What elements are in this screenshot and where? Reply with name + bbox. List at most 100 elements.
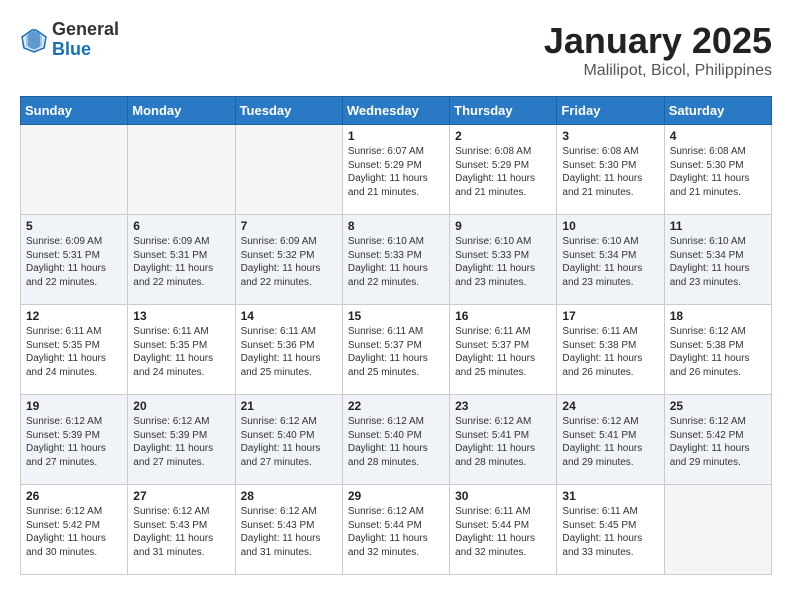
calendar-cell: 20Sunrise: 6:12 AM Sunset: 5:39 PM Dayli…	[128, 395, 235, 485]
calendar-week-row: 19 Sunrise: 6:12 AM Sunset: 5:39 PM Dayli…	[21, 395, 772, 485]
day-info: Sunrise: 6:12 AM Sunset: 5:41 PM Dayligh…	[455, 415, 551, 469]
calendar-cell: 13 Sunrise: 6:11 AM Sunset: 5:35 PM Dayli…	[128, 305, 235, 395]
weekday-header: Thursday	[450, 97, 557, 125]
day-number: 24	[562, 399, 658, 413]
day-number: 15	[348, 309, 444, 323]
day-number: 26	[26, 489, 122, 503]
day-info: Sunrise: 6:10 AM Sunset: 5:34 PM Dayligh…	[562, 235, 658, 289]
day-number: 11	[670, 219, 766, 233]
day-info: Sunrise: 6:08 AM Sunset: 5:29 PM Dayligh…	[455, 145, 551, 199]
day-number: 22	[348, 399, 444, 413]
weekday-header: Friday	[557, 97, 664, 125]
calendar-week-row: 12 Sunrise: 6:11 AM Sunset: 5:35 PM Dayli…	[21, 305, 772, 395]
day-info: Sunrise: 6:10 AM Sunset: 5:33 PM Dayligh…	[455, 235, 551, 289]
calendar-cell	[664, 485, 771, 575]
calendar-cell: 23 Sunrise: 6:12 AM Sunset: 5:41 PM Dayli…	[450, 395, 557, 485]
title-block: January 2025 Malilipot, Bicol, Philippin…	[544, 20, 772, 80]
day-info: Sunrise: 6:10 AM Sunset: 5:33 PM Dayligh…	[348, 235, 444, 289]
day-number: 19	[26, 399, 122, 413]
day-info: Sunrise: 6:11 AM Sunset: 5:37 PM Dayligh…	[455, 325, 551, 379]
day-number: 20	[133, 399, 229, 413]
day-info: Sunrise: 6:11 AM Sunset: 5:45 PM Dayligh…	[562, 505, 658, 559]
calendar-cell: 18 Sunrise: 6:12 AM Sunset: 5:38 PM Dayli…	[664, 305, 771, 395]
calendar-cell: 21 Sunrise: 6:12 AM Sunset: 5:40 PM Dayli…	[235, 395, 342, 485]
day-info: Sunrise: 6:12 AM Sunset: 5:43 PM Dayligh…	[241, 505, 337, 559]
day-number: 21	[241, 399, 337, 413]
day-number: 28	[241, 489, 337, 503]
day-number: 16	[455, 309, 551, 323]
weekday-header: Tuesday	[235, 97, 342, 125]
day-number: 30	[455, 489, 551, 503]
day-info: Sunrise: 6:12 AM Sunset: 5:39 PM Dayligh…	[26, 415, 122, 469]
calendar-cell: 24 Sunrise: 6:12 AM Sunset: 5:41 PM Dayli…	[557, 395, 664, 485]
day-number: 3	[562, 129, 658, 143]
calendar-cell: 3 Sunrise: 6:08 AM Sunset: 5:30 PM Daylig…	[557, 125, 664, 215]
logo-text: General Blue	[52, 20, 119, 60]
calendar-cell: 11 Sunrise: 6:10 AM Sunset: 5:34 PM Dayli…	[664, 215, 771, 305]
calendar-cell: 17Sunrise: 6:11 AM Sunset: 5:38 PM Dayli…	[557, 305, 664, 395]
day-info: Sunrise: 6:09 AM Sunset: 5:31 PM Dayligh…	[26, 235, 122, 289]
calendar-week-row: 1 Sunrise: 6:07 AM Sunset: 5:29 PM Daylig…	[21, 125, 772, 215]
day-number: 25	[670, 399, 766, 413]
day-info: Sunrise: 6:11 AM Sunset: 5:35 PM Dayligh…	[133, 325, 229, 379]
calendar-title: January 2025	[544, 20, 772, 62]
calendar-cell: 16 Sunrise: 6:11 AM Sunset: 5:37 PM Dayli…	[450, 305, 557, 395]
day-info: Sunrise: 6:12 AM Sunset: 5:41 PM Dayligh…	[562, 415, 658, 469]
day-number: 17	[562, 309, 658, 323]
day-number: 4	[670, 129, 766, 143]
calendar-cell: 8 Sunrise: 6:10 AM Sunset: 5:33 PM Daylig…	[342, 215, 449, 305]
calendar-cell: 7Sunrise: 6:09 AM Sunset: 5:32 PM Daylig…	[235, 215, 342, 305]
calendar-cell: 10 Sunrise: 6:10 AM Sunset: 5:34 PM Dayli…	[557, 215, 664, 305]
day-number: 13	[133, 309, 229, 323]
day-number: 18	[670, 309, 766, 323]
day-info: Sunrise: 6:12 AM Sunset: 5:43 PM Dayligh…	[133, 505, 229, 559]
day-info: Sunrise: 6:12 AM Sunset: 5:40 PM Dayligh…	[348, 415, 444, 469]
day-number: 23	[455, 399, 551, 413]
calendar-cell: 19 Sunrise: 6:12 AM Sunset: 5:39 PM Dayli…	[21, 395, 128, 485]
calendar-cell: 4 Sunrise: 6:08 AM Sunset: 5:30 PM Daylig…	[664, 125, 771, 215]
calendar-cell: 12Sunrise: 6:11 AM Sunset: 5:35 PM Dayli…	[21, 305, 128, 395]
calendar-cell: 6Sunrise: 6:09 AM Sunset: 5:31 PM Daylig…	[128, 215, 235, 305]
day-number: 6	[133, 219, 229, 233]
day-info: Sunrise: 6:11 AM Sunset: 5:36 PM Dayligh…	[241, 325, 337, 379]
day-number: 8	[348, 219, 444, 233]
weekday-header: Saturday	[664, 97, 771, 125]
calendar-cell: 27Sunrise: 6:12 AM Sunset: 5:43 PM Dayli…	[128, 485, 235, 575]
day-number: 9	[455, 219, 551, 233]
weekday-row: SundayMondayTuesdayWednesdayThursdayFrid…	[21, 97, 772, 125]
calendar-cell: 15 Sunrise: 6:11 AM Sunset: 5:37 PM Dayli…	[342, 305, 449, 395]
day-number: 14	[241, 309, 337, 323]
day-info: Sunrise: 6:11 AM Sunset: 5:37 PM Dayligh…	[348, 325, 444, 379]
calendar-table: SundayMondayTuesdayWednesdayThursdayFrid…	[20, 96, 772, 575]
day-info: Sunrise: 6:12 AM Sunset: 5:42 PM Dayligh…	[26, 505, 122, 559]
calendar-cell: 22 Sunrise: 6:12 AM Sunset: 5:40 PM Dayli…	[342, 395, 449, 485]
day-number: 2	[455, 129, 551, 143]
day-info: Sunrise: 6:12 AM Sunset: 5:40 PM Dayligh…	[241, 415, 337, 469]
calendar-cell: 29Sunrise: 6:12 AM Sunset: 5:44 PM Dayli…	[342, 485, 449, 575]
day-info: Sunrise: 6:09 AM Sunset: 5:32 PM Dayligh…	[241, 235, 337, 289]
day-info: Sunrise: 6:10 AM Sunset: 5:34 PM Dayligh…	[670, 235, 766, 289]
day-info: Sunrise: 6:12 AM Sunset: 5:38 PM Dayligh…	[670, 325, 766, 379]
page-header: General Blue January 2025 Malilipot, Bic…	[20, 20, 772, 80]
day-number: 1	[348, 129, 444, 143]
day-info: Sunrise: 6:12 AM Sunset: 5:42 PM Dayligh…	[670, 415, 766, 469]
day-number: 12	[26, 309, 122, 323]
day-info: Sunrise: 6:08 AM Sunset: 5:30 PM Dayligh…	[562, 145, 658, 199]
day-number: 5	[26, 219, 122, 233]
weekday-header: Monday	[128, 97, 235, 125]
weekday-header: Sunday	[21, 97, 128, 125]
day-number: 29	[348, 489, 444, 503]
calendar-subtitle: Malilipot, Bicol, Philippines	[544, 62, 772, 80]
calendar-week-row: 5 Sunrise: 6:09 AM Sunset: 5:31 PM Daylig…	[21, 215, 772, 305]
day-info: Sunrise: 6:11 AM Sunset: 5:44 PM Dayligh…	[455, 505, 551, 559]
weekday-header: Wednesday	[342, 97, 449, 125]
day-info: Sunrise: 6:08 AM Sunset: 5:30 PM Dayligh…	[670, 145, 766, 199]
calendar-cell	[235, 125, 342, 215]
calendar-body: 1 Sunrise: 6:07 AM Sunset: 5:29 PM Daylig…	[21, 125, 772, 575]
calendar-week-row: 26 Sunrise: 6:12 AM Sunset: 5:42 PM Dayli…	[21, 485, 772, 575]
day-number: 10	[562, 219, 658, 233]
logo-blue: Blue	[52, 39, 91, 59]
calendar-cell: 30 Sunrise: 6:11 AM Sunset: 5:44 PM Dayli…	[450, 485, 557, 575]
calendar-cell	[21, 125, 128, 215]
day-info: Sunrise: 6:07 AM Sunset: 5:29 PM Dayligh…	[348, 145, 444, 199]
